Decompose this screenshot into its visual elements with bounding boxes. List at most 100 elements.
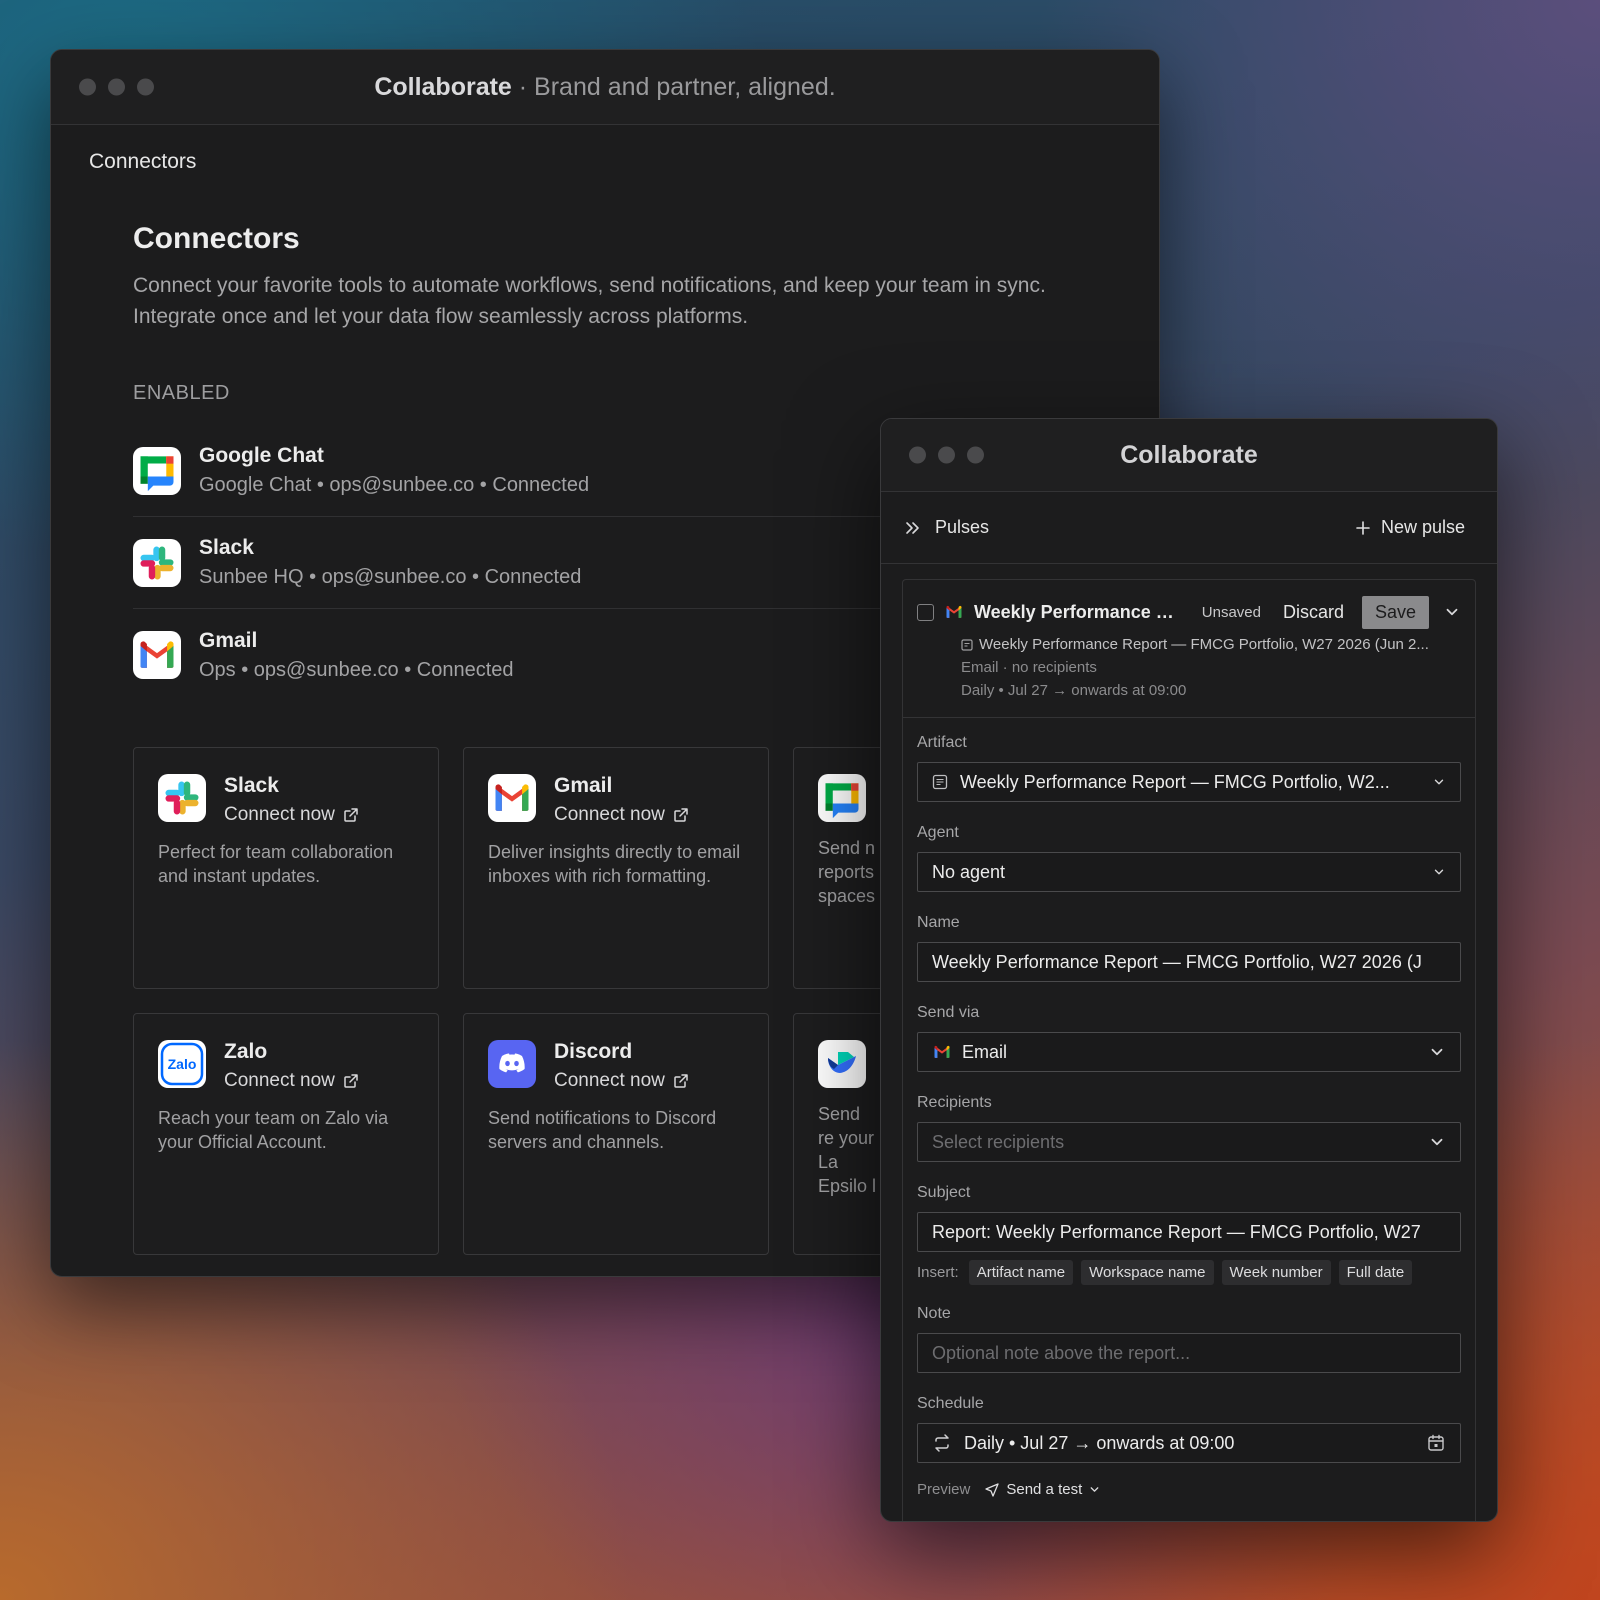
note-input[interactable]: Optional note above the report...: [917, 1333, 1461, 1373]
artifact-value: Weekly Performance Report — FMCG Portfol…: [960, 771, 1390, 792]
external-link-icon: [673, 1073, 689, 1089]
connector-name: Slack: [199, 536, 254, 559]
card-title: Discord: [554, 1040, 633, 1063]
connector-name: Gmail: [199, 628, 258, 652]
window-controls: [909, 446, 984, 464]
close-window-button[interactable]: [79, 78, 96, 96]
page-description: Connect your favorite tools to automate …: [133, 274, 1046, 328]
connect-now-link[interactable]: Connect now: [554, 1070, 689, 1092]
send-test-button[interactable]: Send a test: [984, 1481, 1101, 1498]
minimize-window-button[interactable]: [938, 446, 955, 464]
gmail-icon: [932, 1042, 952, 1062]
report-icon: [961, 638, 973, 651]
minimize-window-button[interactable]: [108, 78, 125, 96]
enabled-connector-slack[interactable]: Slack Sunbee HQ • ops@sunbee.co • Connec…: [133, 517, 893, 609]
agent-value: No agent: [932, 861, 1006, 882]
send-via-value: Email: [962, 1041, 1008, 1062]
external-link-icon: [673, 807, 689, 823]
chevron-down-icon: [1432, 865, 1446, 879]
breadcrumb[interactable]: Connectors: [89, 150, 196, 174]
subject-input[interactable]: Report: Weekly Performance Report — FMCG…: [917, 1212, 1461, 1252]
new-pulse-button[interactable]: New pulse: [1355, 517, 1465, 538]
agent-label: Agent: [917, 824, 959, 841]
card-title: Slack: [224, 774, 279, 797]
zoom-window-button[interactable]: [137, 78, 154, 96]
connect-now-label: Connect now: [554, 1070, 665, 1091]
google-chat-icon: [818, 774, 866, 822]
agent-select[interactable]: No agent: [917, 852, 1461, 892]
pulse-select-checkbox[interactable]: [917, 603, 934, 621]
pulse-artifact-line: Weekly Performance Report — FMCG Portfol…: [979, 636, 1429, 653]
connector-card-zalo[interactable]: Zalo Zalo Connect now Reach your team on…: [133, 1013, 439, 1255]
new-pulse-label: New pulse: [1380, 517, 1465, 537]
title-bar: Collaborate: [881, 419, 1497, 492]
chevron-down-icon[interactable]: [1443, 603, 1461, 621]
slack-icon: [158, 774, 206, 822]
window-title-tagline: · Brand and partner, aligned.: [511, 72, 836, 101]
connector-card-gmail[interactable]: Gmail Connect now Deliver insights direc…: [463, 747, 769, 989]
send-via-select[interactable]: Email: [917, 1032, 1461, 1072]
card-description: Send notifications to Discord servers an…: [488, 1108, 717, 1152]
connect-now-link[interactable]: Connect now: [224, 1070, 359, 1092]
plus-icon: [1356, 520, 1370, 535]
close-window-button[interactable]: [909, 446, 926, 464]
card-description: Deliver insights directly to email inbox…: [488, 842, 741, 886]
discard-button[interactable]: Discard: [1283, 602, 1344, 623]
svg-text:Zalo: Zalo: [168, 1056, 197, 1072]
note-label: Note: [917, 1305, 951, 1322]
enabled-connectors-list: Google Chat Google Chat • ops@sunbee.co …: [133, 425, 893, 701]
page-title: Connectors: [133, 222, 300, 255]
gmail-icon: [944, 602, 964, 622]
connect-now-link[interactable]: Connect now: [224, 804, 359, 826]
pulse-title: Weekly Performance Report — FMCG Portfol…: [973, 601, 1182, 622]
card-title: Zalo: [224, 1040, 268, 1063]
zoom-window-button[interactable]: [967, 446, 984, 464]
send-test-label: Send a test: [1006, 1481, 1083, 1498]
report-icon: [932, 774, 948, 790]
gmail-icon: [488, 774, 536, 822]
name-input[interactable]: Weekly Performance Report — FMCG Portfol…: [917, 942, 1461, 982]
connector-meta: Google Chat • ops@sunbee.co • Connected: [199, 474, 590, 496]
insert-chip-artifact-name[interactable]: Artifact name: [968, 1260, 1074, 1285]
send-icon: [985, 1482, 1000, 1497]
connector-card-slack[interactable]: Slack Connect now Perfect for team colla…: [133, 747, 439, 989]
insert-chip-full-date[interactable]: Full date: [1338, 1260, 1413, 1285]
preview-row: Preview Send a test: [917, 1481, 1461, 1498]
expand-sidebar-icon[interactable]: [903, 519, 921, 537]
schedule-picker[interactable]: Daily • Jul 27 → onwards at 09:00: [917, 1423, 1461, 1463]
slack-icon: [133, 538, 181, 587]
artifact-label: Artifact: [917, 734, 967, 751]
connect-now-label: Connect now: [224, 804, 335, 825]
pulses-toolbar: Pulses New pulse: [881, 492, 1497, 564]
window-title: Collaborate: [1120, 440, 1258, 469]
card-description: Send n reports spaces: [818, 838, 876, 906]
connect-now-label: Connect now: [554, 804, 665, 825]
connect-now-link[interactable]: Connect now: [554, 804, 689, 826]
chevron-down-icon: [1088, 1483, 1101, 1496]
insert-tokens: Insert: Artifact name Workspace name Wee…: [917, 1260, 1461, 1285]
card-title: Gmail: [554, 774, 613, 797]
window-title: Collaborate · Brand and partner, aligned…: [374, 73, 835, 102]
calendar-icon[interactable]: [1426, 1433, 1446, 1453]
card-description: Send re your La Epsilo l: [818, 1104, 877, 1196]
recipients-select[interactable]: Select recipients: [917, 1122, 1461, 1162]
connector-card-discord[interactable]: Discord Connect now Send notifications t…: [463, 1013, 769, 1255]
external-link-icon: [343, 807, 359, 823]
enabled-connector-gmail[interactable]: Gmail Ops • ops@sunbee.co • Connected: [133, 609, 893, 701]
chevron-down-icon: [1428, 1043, 1446, 1061]
connector-name: Google Chat: [199, 444, 324, 467]
card-description: Perfect for team collaboration and insta…: [158, 842, 394, 886]
save-button[interactable]: Save: [1361, 595, 1430, 629]
pulse-form: Artifact Weekly Performance Report — FMC…: [903, 718, 1475, 1498]
external-link-icon: [343, 1073, 359, 1089]
insert-chip-week-number[interactable]: Week number: [1221, 1260, 1331, 1285]
pulse-channel-line: Email · no recipients: [961, 659, 1097, 676]
artifact-select[interactable]: Weekly Performance Report — FMCG Portfol…: [917, 762, 1461, 802]
pulse-editor-window: Collaborate Pulses New pulse Weekly Perf…: [880, 418, 1498, 1522]
title-bar: Collaborate · Brand and partner, aligned…: [51, 50, 1159, 125]
subject-value: Report: Weekly Performance Report — FMCG…: [932, 1221, 1421, 1242]
name-value: Weekly Performance Report — FMCG Portfol…: [932, 951, 1422, 972]
unsaved-badge: Unsaved: [1201, 603, 1261, 621]
enabled-connector-google-chat[interactable]: Google Chat Google Chat • ops@sunbee.co …: [133, 425, 893, 517]
insert-chip-workspace-name[interactable]: Workspace name: [1081, 1260, 1214, 1285]
